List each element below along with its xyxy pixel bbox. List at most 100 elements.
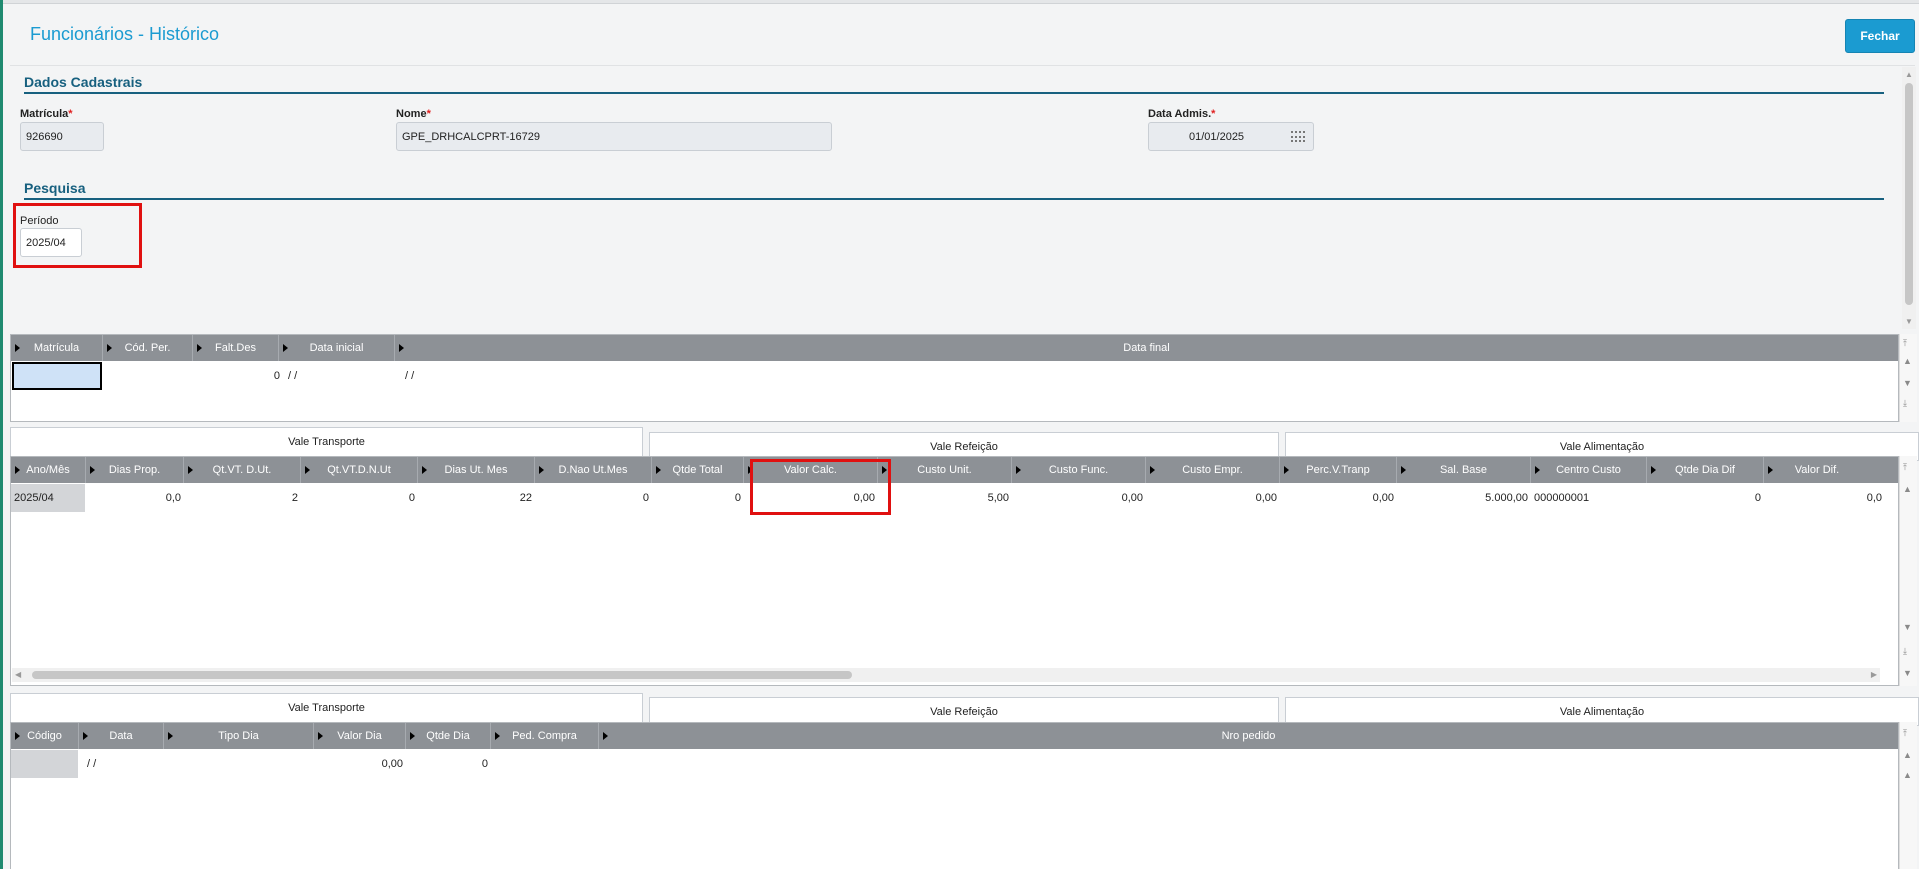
column-header[interactable]: Qt.VT.D.N.Ut <box>301 457 418 483</box>
cell-custo-empr: 0,00 <box>1255 492 1277 504</box>
admis-label: Data Admis.* <box>1148 108 1216 120</box>
column-header-ped-compra[interactable]: Ped. Compra <box>491 723 599 749</box>
cell-dias-prop: 0,0 <box>165 492 181 504</box>
first-record-icon[interactable]: ⤒ <box>1903 462 1907 473</box>
nome-label: Nome* <box>396 108 431 120</box>
scroll-down-icon[interactable]: ▼ <box>1904 317 1914 327</box>
vt-grid-hscrollbar[interactable]: ◀ ▶ <box>12 668 1880 682</box>
cell-qtde-total: 0 <box>734 492 741 504</box>
column-header[interactable]: Centro Custo <box>1531 457 1647 483</box>
column-header-data[interactable]: Data <box>79 723 164 749</box>
form-area: Dados Cadastrais Matrícula* 926690 Nome*… <box>10 67 1903 325</box>
admis-date-field[interactable]: 01/01/2025 <box>1148 122 1314 151</box>
cell-qt-vt-dnut: 0 <box>408 492 415 504</box>
section-divider <box>24 198 1884 200</box>
cell-codigo <box>11 750 78 778</box>
column-header[interactable]: D.Nao Ut.Mes <box>535 457 652 483</box>
cell-dias-ut-mes: 22 <box>519 492 532 504</box>
column-header[interactable]: Perc.V.Tranp <box>1280 457 1397 483</box>
column-header-cod-per[interactable]: Cód. Per. <box>103 335 193 361</box>
column-header[interactable]: Dias Ut. Mes <box>418 457 535 483</box>
tab-vale-transporte[interactable]: Vale Transporte <box>10 427 643 456</box>
cell-qtde-dia-dif: 0 <box>1754 492 1761 504</box>
column-header[interactable]: Valor Dif. <box>1764 457 1870 483</box>
vt-grid-header: Ano/Mês Dias Prop. Qt.VT. D.Ut. Qt.VT.D.… <box>11 457 1898 483</box>
period-grid: Matrícula Cód. Per. Falt.Des Data inicia… <box>10 334 1899 422</box>
cell-ano-mes: 2025/04 <box>11 484 85 512</box>
column-header-data-final[interactable]: Data final <box>395 335 1898 361</box>
nome-field[interactable]: GPE_DRHCALCPRT-16729 <box>396 122 832 151</box>
section-divider <box>24 92 1884 94</box>
admis-date-value: 01/01/2025 <box>1189 130 1245 143</box>
scroll-left-icon[interactable]: ◀ <box>15 670 21 679</box>
column-header[interactable]: Ano/Mês <box>11 457 86 483</box>
pedido-grid-header: Código Data Tipo Dia Valor Dia Qtde Dia … <box>11 723 1898 749</box>
page-up-icon[interactable]: ▲ <box>1903 770 1912 780</box>
column-header-qtde-dia[interactable]: Qtde Dia <box>406 723 491 749</box>
section-title-pesquisa: Pesquisa <box>24 180 86 196</box>
tab-vale-transporte[interactable]: Vale Transporte <box>10 693 643 722</box>
cell-sal-base: 5.000,00 <box>1485 492 1528 504</box>
column-header[interactable]: Custo Empr. <box>1146 457 1280 483</box>
column-header-data-inicial[interactable]: Data inicial <box>279 335 395 361</box>
column-header[interactable]: Qt.VT. D.Ut. <box>184 457 301 483</box>
column-header[interactable]: Dias Prop. <box>86 457 184 483</box>
column-header[interactable]: Qtde Total <box>652 457 744 483</box>
form-scrollbar[interactable]: ▲ ▼ <box>1902 67 1916 329</box>
column-header-tipo-dia[interactable]: Tipo Dia <box>164 723 314 749</box>
scrollbar-thumb[interactable] <box>1905 83 1913 305</box>
column-header-falt-des[interactable]: Falt.Des <box>193 335 279 361</box>
cell-qt-vt-dut: 2 <box>291 492 298 504</box>
scroll-up-icon[interactable]: ▲ <box>1904 70 1914 80</box>
cell-data: / / <box>87 758 97 770</box>
column-header-valor-dia[interactable]: Valor Dia <box>314 723 406 749</box>
page-up-icon[interactable]: ▲ <box>1903 356 1912 366</box>
app-window: Funcionários - Histórico Fechar Dados Ca… <box>0 0 1919 869</box>
last-record-icon[interactable]: ⤓ <box>1903 398 1907 409</box>
cell-falt-des: 0 <box>273 370 280 382</box>
column-header-codigo[interactable]: Código <box>11 723 79 749</box>
scroll-down-icon[interactable]: ▼ <box>1903 668 1912 678</box>
table-row[interactable]: 0 / / / / <box>11 362 1881 390</box>
column-header[interactable]: Qtde Dia Dif <box>1647 457 1764 483</box>
last-record-icon[interactable]: ⤓ <box>1903 646 1907 657</box>
table-row[interactable]: / / 0,00 0 <box>11 750 1891 778</box>
highlight-box-valor-calc <box>750 459 891 515</box>
page-header: Funcionários - Histórico Fechar <box>10 6 1915 66</box>
page-down-icon[interactable]: ▼ <box>1903 378 1912 388</box>
cell-valor-dif: 0,0 <box>1866 492 1882 504</box>
grid-nav-buttons[interactable]: ⤒ ▲ ▲ <box>1899 722 1917 869</box>
cell-qtde-dia: 0 <box>481 758 488 770</box>
matricula-field[interactable]: 926690 <box>20 122 104 151</box>
grid-nav-buttons[interactable]: ⤒ ▲ ▼ ⤓ ▼ <box>1899 456 1917 686</box>
column-header[interactable]: Custo Func. <box>1012 457 1146 483</box>
page-down-icon[interactable]: ▼ <box>1903 622 1912 632</box>
section-title-dados: Dados Cadastrais <box>24 74 143 90</box>
close-button[interactable]: Fechar <box>1845 19 1915 53</box>
selected-cell[interactable] <box>12 362 102 390</box>
period-grid-header: Matrícula Cód. Per. Falt.Des Data inicia… <box>11 335 1898 361</box>
page-title: Funcionários - Histórico <box>30 24 220 44</box>
table-row[interactable]: 2025/04 0,0 2 0 22 0 0 0,00 5,00 0,00 0,… <box>11 484 1891 512</box>
cell-data-inicial: / / <box>288 370 298 382</box>
grid-nav-buttons[interactable]: ⤒ ▲ ▼ ⤓ <box>1899 334 1917 422</box>
page-up-icon[interactable]: ▲ <box>1903 750 1912 760</box>
scrollbar-thumb[interactable] <box>32 671 852 679</box>
top-border <box>3 0 1919 4</box>
scroll-right-icon[interactable]: ▶ <box>1871 670 1877 679</box>
column-header[interactable]: Sal. Base <box>1397 457 1531 483</box>
cell-valor-dia: 0,00 <box>381 758 403 770</box>
first-record-icon[interactable]: ⤒ <box>1903 728 1907 739</box>
column-header-matricula[interactable]: Matrícula <box>11 335 103 361</box>
column-header-nro-pedido[interactable]: Nro pedido <box>599 723 1898 749</box>
cell-centro-custo: 000000001 <box>1534 492 1590 504</box>
page-up-icon[interactable]: ▲ <box>1903 484 1912 494</box>
column-header[interactable]: Custo Unit. <box>878 457 1012 483</box>
calendar-icon[interactable] <box>1291 131 1305 143</box>
vale-transporte-grid: Ano/Mês Dias Prop. Qt.VT. D.Ut. Qt.VT.D.… <box>10 456 1899 686</box>
cell-custo-unit: 5,00 <box>987 492 1009 504</box>
cell-perc-v-tranp: 0,00 <box>1372 492 1394 504</box>
cell-d-nao-ut-mes: 0 <box>642 492 649 504</box>
first-record-icon[interactable]: ⤒ <box>1903 338 1907 349</box>
pedido-grid: Código Data Tipo Dia Valor Dia Qtde Dia … <box>10 722 1899 869</box>
